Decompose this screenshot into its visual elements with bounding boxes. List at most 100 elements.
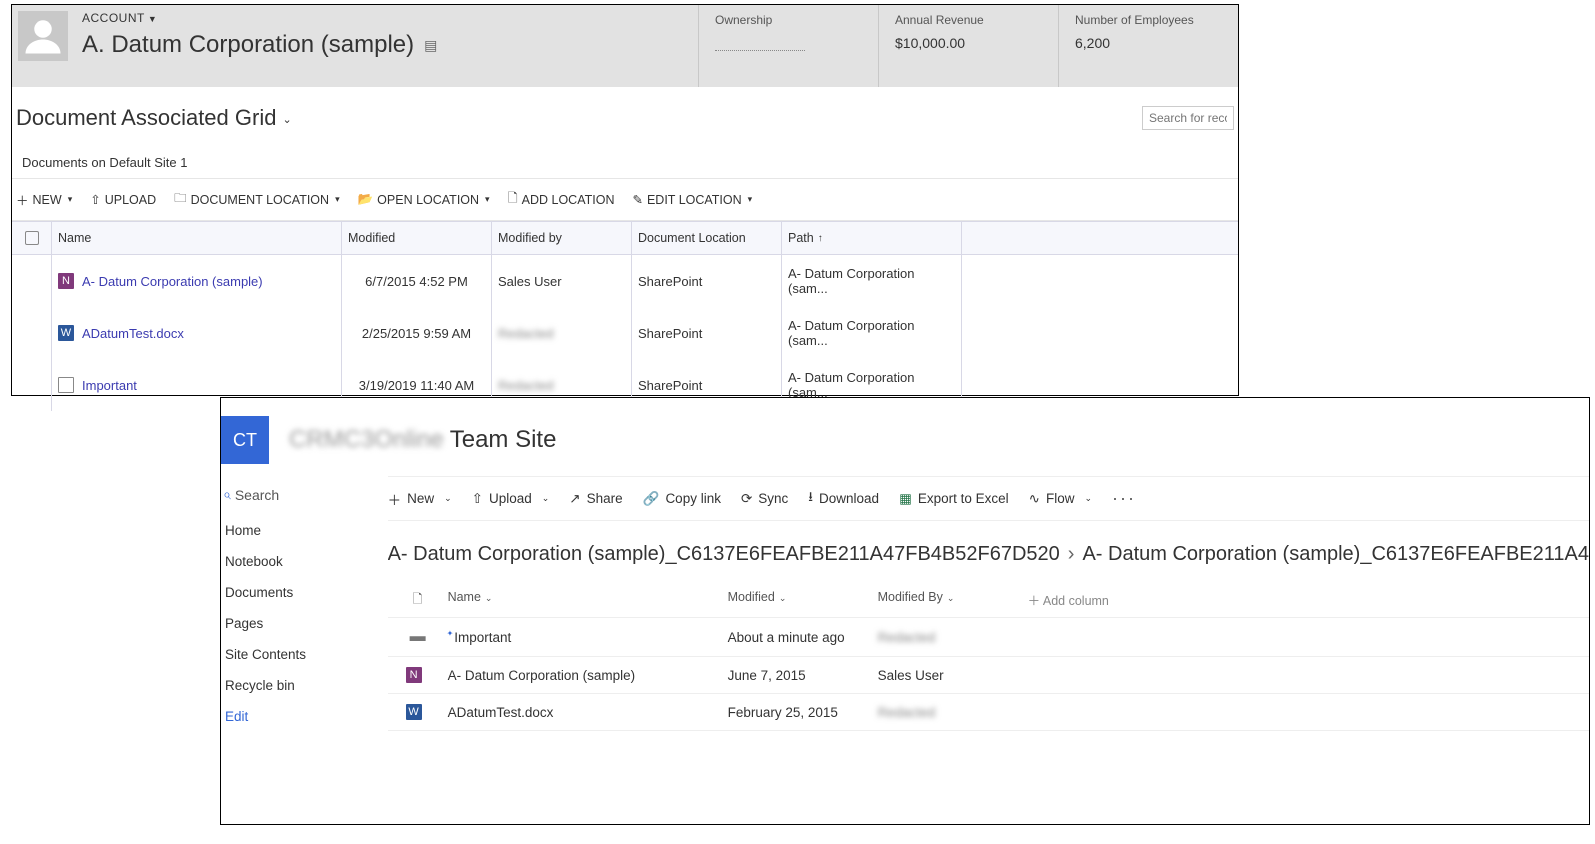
- open-location-button[interactable]: 📂OPEN LOCATION▾: [358, 189, 490, 210]
- column-doc-location[interactable]: Document Location: [632, 222, 782, 254]
- caret-down-icon: ▾: [68, 194, 73, 205]
- table-row[interactable]: NA- Datum Corporation (sample)6/7/2015 4…: [12, 255, 1238, 307]
- edit-icon: ✎: [632, 192, 642, 207]
- column-spacer: [962, 222, 1238, 254]
- caret-down-icon: ⌄: [779, 593, 787, 603]
- sp-header: CT CRMC3OnlineTeam Site: [221, 398, 1589, 476]
- sp-col-modified-by[interactable]: Modified By⌄: [878, 590, 1028, 611]
- link-icon: 🔗: [643, 491, 660, 507]
- sp-share-button[interactable]: ↗Share: [569, 491, 622, 507]
- nav-item[interactable]: Site Contents: [221, 639, 368, 670]
- nav-item[interactable]: Documents: [221, 577, 368, 608]
- breadcrumb-part1[interactable]: A- Datum Corporation (sample)_C6137E6FEA…: [388, 543, 1060, 565]
- avatar-icon: [18, 11, 68, 61]
- crm-header: ACCOUNT▼ A. Datum Corporation (sample) ▤…: [12, 5, 1238, 87]
- document-location-button[interactable]: 🗀DOCUMENT LOCATION▾: [174, 189, 339, 210]
- column-name[interactable]: Name: [52, 222, 342, 254]
- stat-employees-value[interactable]: 6,200: [1075, 35, 1218, 51]
- edit-location-button[interactable]: ✎EDIT LOCATION▾: [632, 189, 752, 210]
- row-path: A- Datum Corporation (sam...: [782, 255, 962, 307]
- title-block: ACCOUNT▼ A. Datum Corporation (sample) ▤: [72, 5, 698, 87]
- file-icon: 🗋: [413, 592, 423, 606]
- nav-item[interactable]: Notebook: [221, 546, 368, 577]
- caret-down-icon: ▾: [335, 194, 340, 205]
- checkbox-icon: [25, 231, 39, 245]
- upload-icon: ⇧: [90, 192, 100, 207]
- row-name[interactable]: A- Datum Corporation (sample): [448, 668, 728, 683]
- list-item[interactable]: NA- Datum Corporation (sample)June 7, 20…: [388, 657, 1589, 694]
- caret-down-icon: ⌄: [1084, 493, 1092, 504]
- sp-more-button[interactable]: ···: [1112, 488, 1136, 509]
- sp-new-button[interactable]: ＋New⌄: [388, 489, 452, 509]
- sp-download-button[interactable]: ⭳Download: [808, 487, 879, 510]
- row-icon: ▬: [388, 628, 448, 646]
- list-item[interactable]: WADatumTest.docxFebruary 25, 2015Redacte…: [388, 694, 1589, 731]
- caret-down-icon: ▼: [148, 14, 157, 24]
- caret-down-icon: ⌄: [542, 493, 550, 504]
- sp-col-name[interactable]: Name⌄: [448, 590, 728, 611]
- row-modified-by: Redacted: [878, 705, 1028, 720]
- site-title[interactable]: CRMC3OnlineTeam Site: [289, 426, 556, 454]
- row-modified: 6/7/2015 4:52 PM: [342, 255, 492, 307]
- sp-table-header: 🗋 Name⌄ Modified⌄ Modified By⌄ ＋ Add col…: [388, 584, 1589, 618]
- sharepoint-panel: CT CRMC3OnlineTeam Site ⌕Search HomeNote…: [220, 397, 1590, 825]
- entity-name: A. Datum Corporation (sample) ▤: [82, 31, 698, 59]
- table-row[interactable]: WADatumTest.docx2/25/2015 9:59 AMRedacte…: [12, 307, 1238, 359]
- row-icon: W: [388, 704, 448, 720]
- add-location-button[interactable]: 🗋ADD LOCATION: [508, 189, 615, 210]
- nav-edit[interactable]: Edit: [221, 701, 368, 732]
- upload-button[interactable]: ⇧UPLOAD: [90, 189, 156, 210]
- sp-body: ⌕Search HomeNotebookDocumentsPagesSite C…: [221, 476, 1589, 824]
- caret-down-icon: ▾: [748, 194, 753, 205]
- form-selector-icon[interactable]: ▤: [424, 37, 437, 54]
- row-name[interactable]: WADatumTest.docx: [52, 307, 342, 359]
- row-modified-by: Redacted: [492, 307, 632, 359]
- column-modified[interactable]: Modified: [342, 222, 492, 254]
- sp-flow-button[interactable]: ∿Flow⌄: [1029, 491, 1092, 507]
- select-all-checkbox[interactable]: [12, 222, 52, 254]
- sp-main: ＋New⌄ ⇧Upload⌄ ↗Share 🔗Copy link ⟳Sync ⭳…: [368, 476, 1589, 824]
- nav-item[interactable]: Recycle bin: [221, 670, 368, 701]
- row-checkbox[interactable]: [12, 359, 52, 411]
- stat-ownership-value-empty[interactable]: [715, 39, 805, 51]
- row-checkbox[interactable]: [12, 307, 52, 359]
- plus-icon: ＋: [16, 190, 29, 209]
- stat-revenue-value[interactable]: $10,000.00: [895, 35, 1038, 51]
- grid-title-dropdown[interactable]: Document Associated Grid⌄: [16, 105, 292, 131]
- sp-sync-button[interactable]: ⟳Sync: [741, 491, 788, 507]
- caret-down-icon: ⌄: [485, 593, 493, 603]
- row-modified: About a minute ago: [728, 630, 878, 645]
- sp-copylink-button[interactable]: 🔗Copy link: [643, 491, 721, 507]
- breadcrumb-part2[interactable]: A- Datum Corporation (sample)_C6137E6FEA…: [1082, 543, 1589, 565]
- caret-down-icon: ▾: [485, 194, 490, 205]
- sp-col-type[interactable]: 🗋: [388, 590, 448, 611]
- column-modified-by[interactable]: Modified by: [492, 222, 632, 254]
- row-path: A- Datum Corporation (sam...: [782, 307, 962, 359]
- row-name[interactable]: ADatumTest.docx: [448, 705, 728, 720]
- sp-export-button[interactable]: ▦Export to Excel: [899, 491, 1009, 507]
- stat-employees: Number of Employees 6,200: [1058, 5, 1238, 87]
- row-location: SharePoint: [632, 255, 782, 307]
- sp-upload-button[interactable]: ⇧Upload⌄: [472, 491, 550, 507]
- entity-type-dropdown[interactable]: ACCOUNT▼: [82, 11, 698, 25]
- sp-col-add[interactable]: ＋ Add column: [1028, 590, 1109, 611]
- caret-down-icon: ⌄: [947, 593, 955, 603]
- sp-search[interactable]: ⌕Search: [221, 486, 368, 515]
- row-name[interactable]: NA- Datum Corporation (sample): [52, 255, 342, 307]
- row-name[interactable]: ✦Important: [448, 630, 728, 645]
- sp-breadcrumb: A- Datum Corporation (sample)_C6137E6FEA…: [388, 521, 1589, 584]
- sp-col-modified[interactable]: Modified⌄: [728, 590, 878, 611]
- caret-down-icon: ⌄: [444, 493, 452, 504]
- site-logo[interactable]: CT: [221, 416, 269, 464]
- nav-item[interactable]: Pages: [221, 608, 368, 639]
- new-button[interactable]: ＋NEW▾: [16, 189, 72, 210]
- search-input[interactable]: [1142, 106, 1234, 130]
- row-checkbox[interactable]: [12, 255, 52, 307]
- row-icon: N: [388, 667, 448, 683]
- site-name-text: Team Site: [450, 426, 557, 453]
- nav-item[interactable]: Home: [221, 515, 368, 546]
- column-path[interactable]: Path↑: [782, 222, 962, 254]
- flow-icon: ∿: [1029, 491, 1040, 507]
- row-modified: 2/25/2015 9:59 AM: [342, 307, 492, 359]
- list-item[interactable]: ▬✦ImportantAbout a minute agoRedacted: [388, 618, 1589, 657]
